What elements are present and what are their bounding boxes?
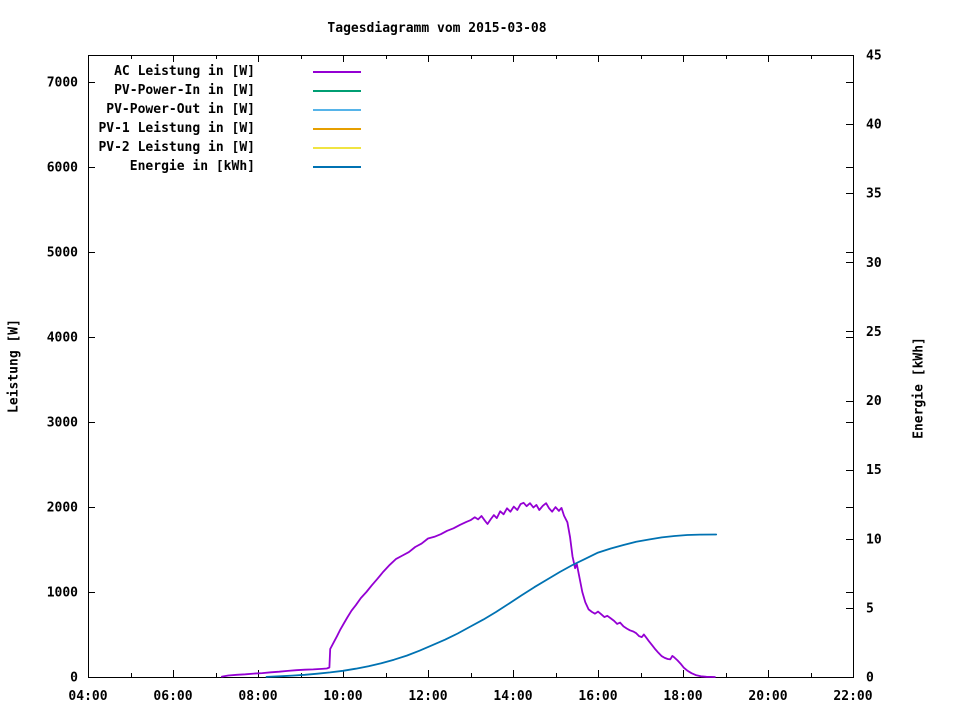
legend-item-label: PV-1 Leistung in [W] xyxy=(87,121,255,136)
y-right-tick-label: 20 xyxy=(866,394,882,409)
legend-item-label: PV-2 Leistung in [W] xyxy=(87,140,255,155)
x-tick-label: 20:00 xyxy=(748,689,787,704)
legend: AC Leistung in [W] PV-Power-In in [W] PV-P… xyxy=(87,62,361,176)
legend-item: PV-Power-Out in [W] xyxy=(87,100,361,119)
series-line-ac-leistung-in-w xyxy=(222,503,715,677)
y-right-tick-label: 30 xyxy=(866,256,882,271)
y-right-tick-label: 0 xyxy=(866,671,874,686)
legend-item: PV-2 Leistung in [W] xyxy=(87,138,361,157)
x-tick-label: 16:00 xyxy=(578,689,617,704)
legend-item-label: AC Leistung in [W] xyxy=(87,64,255,79)
y-left-tick-label: 3000 xyxy=(47,416,78,431)
y-left-tick-label: 0 xyxy=(70,671,78,686)
y-left-tick-label: 5000 xyxy=(47,246,78,261)
legend-item-label: PV-Power-Out in [W] xyxy=(87,102,255,117)
x-tick-label: 18:00 xyxy=(663,689,702,704)
x-tick-label: 08:00 xyxy=(238,689,277,704)
y-right-tick-label: 10 xyxy=(866,532,882,547)
legend-line-sample xyxy=(313,147,361,149)
legend-line-sample xyxy=(313,166,361,168)
y-left-tick-label: 1000 xyxy=(47,586,78,601)
x-tick-label: 10:00 xyxy=(323,689,362,704)
legend-item-label: Energie in [kWh] xyxy=(87,159,255,174)
x-tick-label: 04:00 xyxy=(68,689,107,704)
y-right-tick-label: 45 xyxy=(866,49,882,64)
x-tick-label: 06:00 xyxy=(153,689,192,704)
legend-line-sample xyxy=(313,128,361,130)
x-tick-label: 22:00 xyxy=(833,689,872,704)
chart-title: Tagesdiagramm vom 2015-03-08 xyxy=(327,21,546,36)
series-line-energie-in-kwh xyxy=(267,535,717,677)
y-left-tick-label: 7000 xyxy=(47,76,78,91)
y-left-tick-label: 6000 xyxy=(47,161,78,176)
right-axis-label: Energie [kWh] xyxy=(912,337,927,439)
legend-item: Energie in [kWh] xyxy=(87,157,361,176)
left-axis-label: Leistung [W] xyxy=(7,319,22,413)
x-tick-label: 12:00 xyxy=(408,689,447,704)
legend-line-sample xyxy=(313,90,361,92)
legend-item: PV-Power-In in [W] xyxy=(87,81,361,100)
y-right-tick-label: 35 xyxy=(866,187,882,202)
x-tick-label: 14:00 xyxy=(493,689,532,704)
legend-item: PV-1 Leistung in [W] xyxy=(87,119,361,138)
y-right-tick-label: 5 xyxy=(866,601,874,616)
y-right-tick-label: 15 xyxy=(866,463,882,478)
y-right-tick-label: 40 xyxy=(866,118,882,133)
legend-line-sample xyxy=(313,71,361,73)
y-left-tick-label: 2000 xyxy=(47,501,78,516)
y-right-tick-label: 25 xyxy=(866,325,882,340)
chart-canvas: Tagesdiagramm vom 2015-03-08 Leistung [W… xyxy=(0,0,960,720)
legend-item: AC Leistung in [W] xyxy=(87,62,361,81)
legend-line-sample xyxy=(313,109,361,111)
y-left-tick-label: 4000 xyxy=(47,331,78,346)
legend-item-label: PV-Power-In in [W] xyxy=(87,83,255,98)
